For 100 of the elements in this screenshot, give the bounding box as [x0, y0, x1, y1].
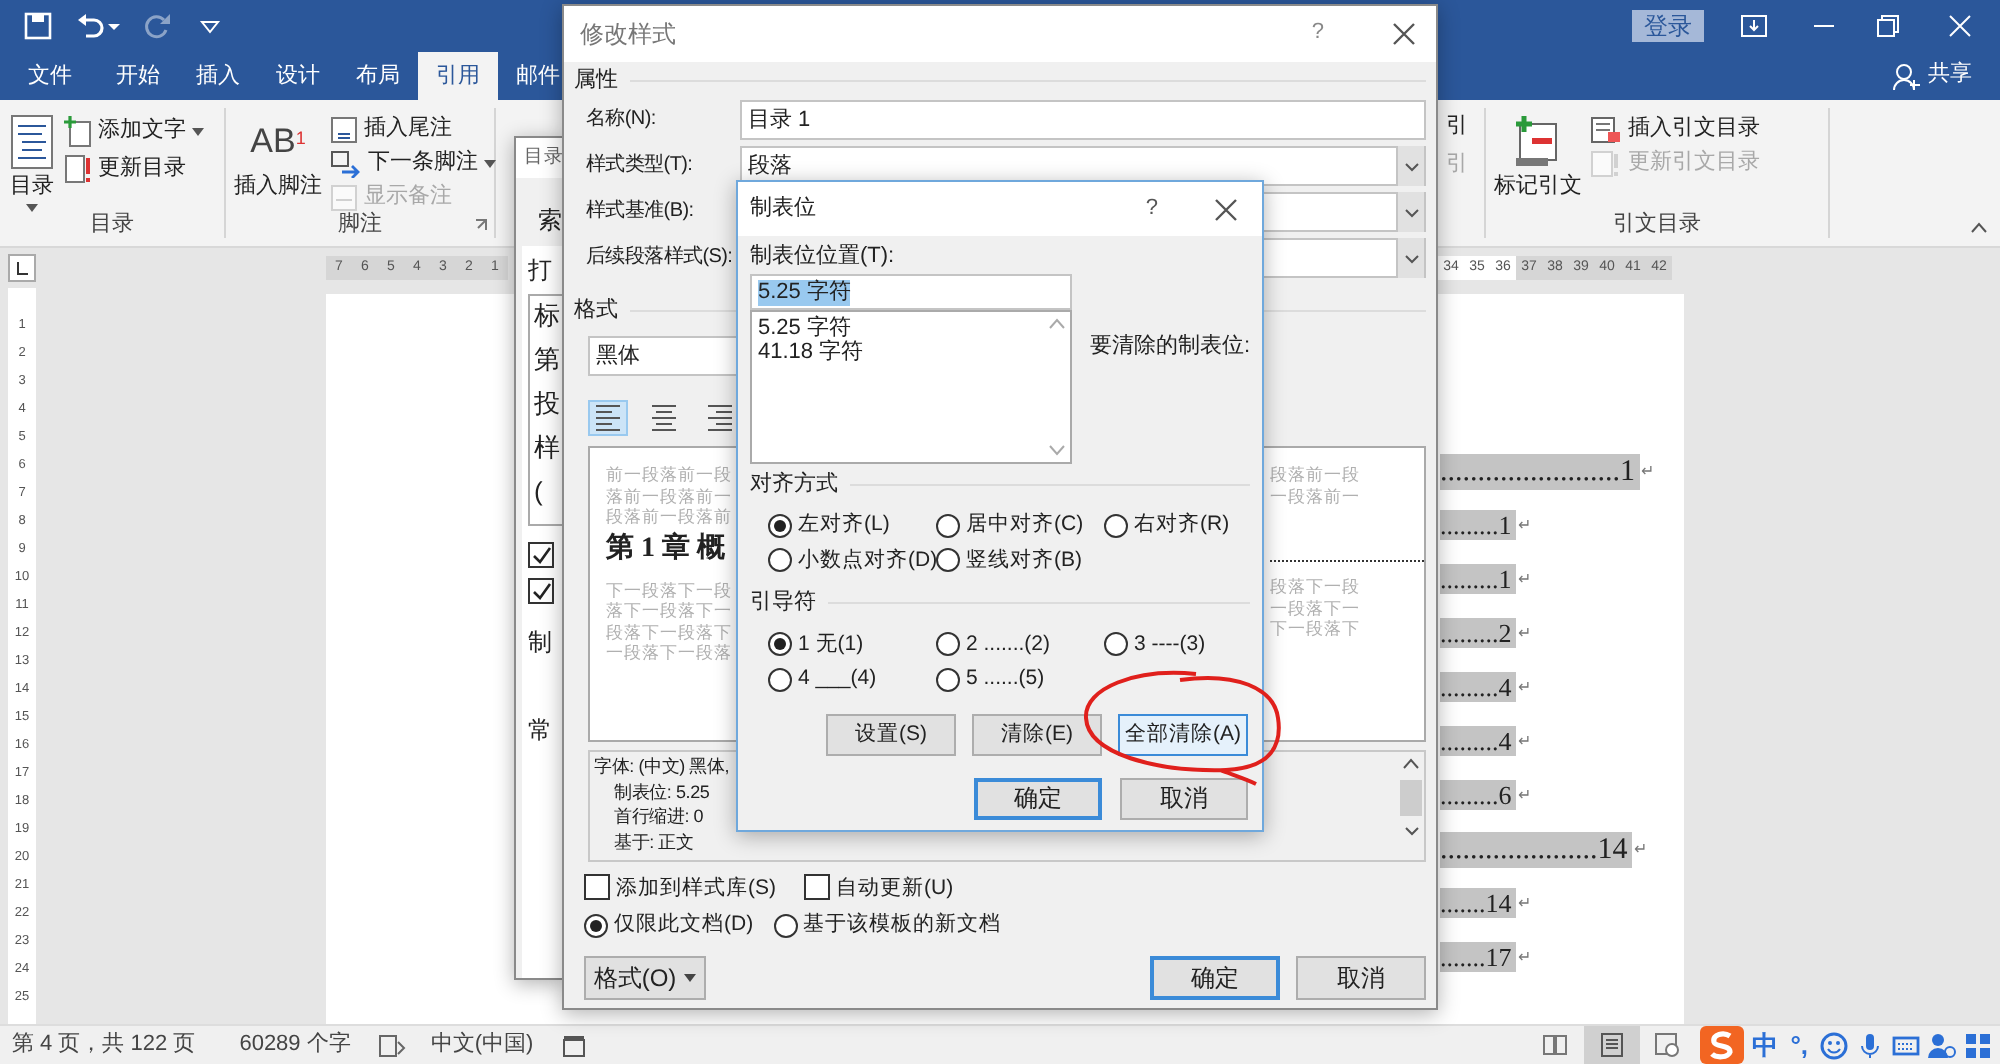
field-label: 制表位位置(T):: [750, 244, 895, 271]
sign-in-button[interactable]: 登录: [1632, 9, 1704, 43]
radio-label[interactable]: 居中对齐(C): [966, 512, 1084, 538]
radio-button[interactable]: [936, 667, 960, 692]
ribbon-button[interactable]: 插入尾注: [364, 116, 452, 144]
proofing-icon[interactable]: [378, 1033, 407, 1057]
dialog-button[interactable]: 确定: [1150, 955, 1280, 1000]
radio-label[interactable]: 基于该模板的新文档: [803, 912, 1002, 938]
emoji-icon[interactable]: [1820, 1031, 1848, 1059]
ribbon-button[interactable]: 目录: [10, 174, 54, 201]
close-icon[interactable]: [1214, 197, 1238, 221]
undo-icon[interactable]: [76, 12, 104, 40]
format-button[interactable]: 格式(O): [584, 955, 706, 1000]
restore-icon[interactable]: [1876, 14, 1900, 38]
dialog-button[interactable]: 清除(E): [972, 713, 1102, 756]
radio-label[interactable]: 仅限此文档(D): [614, 912, 754, 938]
radio-label[interactable]: 1 无(1): [798, 631, 864, 657]
font-dropdown[interactable]: 黑体: [588, 336, 738, 377]
word-count[interactable]: 60289 个字: [239, 1031, 351, 1059]
input-field[interactable]: 5.25 字符: [750, 274, 1072, 311]
share-button[interactable]: 共享: [1928, 62, 1972, 90]
tab-label[interactable]: 索: [538, 206, 562, 235]
radio-label[interactable]: 竖线对齐(B): [966, 547, 1082, 574]
dialog-button[interactable]: 确定: [974, 777, 1102, 820]
person-icon[interactable]: [1892, 62, 1920, 90]
ribbon-button[interactable]: 插入脚注: [234, 174, 322, 201]
radio-label[interactable]: 2 .......(2): [966, 631, 1051, 657]
radio-label[interactable]: 5 ......(5): [966, 666, 1045, 692]
checkbox[interactable]: [804, 874, 830, 901]
radio-label[interactable]: 3 ----(3): [1134, 631, 1206, 657]
close-icon[interactable]: [1392, 22, 1416, 46]
ribbon-tab[interactable]: 引用: [418, 52, 498, 100]
ribbon-tab[interactable]: 文件: [10, 52, 90, 100]
dialog-button[interactable]: 取消: [1120, 777, 1248, 820]
caret-icon[interactable]: [26, 204, 38, 213]
radio-button[interactable]: [773, 913, 798, 938]
dialog-launcher-icon[interactable]: [474, 218, 488, 232]
radio-label[interactable]: 小数点对齐(D): [798, 547, 938, 574]
language-indicator[interactable]: 中文(中国): [430, 1031, 534, 1059]
checkbox-label[interactable]: 自动更新(U): [836, 875, 954, 901]
radio-button[interactable]: [768, 513, 792, 538]
caret-icon[interactable]: [484, 160, 496, 168]
input-field[interactable]: 目录 1: [740, 100, 1426, 141]
radio-button[interactable]: [936, 513, 960, 538]
caret-icon[interactable]: [192, 128, 204, 136]
ribbon-button[interactable]: 下一条脚注: [368, 150, 478, 178]
list-item[interactable]: 41.18 字符: [758, 340, 864, 365]
scroll-down-icon[interactable]: [1402, 822, 1420, 841]
checkbox[interactable]: [528, 577, 554, 604]
ime-mode[interactable]: °,: [1790, 1029, 1808, 1061]
endnote-icon: [330, 116, 358, 144]
save-icon[interactable]: [24, 12, 52, 40]
chevron-down-icon[interactable]: [1401, 203, 1421, 222]
tab-selector-icon[interactable]: [8, 254, 36, 282]
radio-label[interactable]: 4 ___(4): [798, 666, 877, 692]
radio-button[interactable]: [936, 632, 960, 657]
ribbon-tab[interactable]: 设计: [258, 52, 338, 100]
radio-button[interactable]: [936, 548, 960, 573]
align-button[interactable]: [588, 400, 628, 437]
view-button[interactable]: [1584, 1026, 1641, 1064]
chevron-down-icon[interactable]: [1401, 157, 1421, 176]
checkbox-label[interactable]: 添加到样式库(S): [616, 875, 776, 901]
collapse-ribbon-icon[interactable]: [1970, 222, 1988, 234]
ribbon-button[interactable]: 引: [1446, 114, 1468, 141]
chevron-down-icon[interactable]: [1401, 249, 1421, 268]
radio-button[interactable]: [584, 913, 608, 938]
page-count[interactable]: 第 4 页，共 122 页: [12, 1031, 196, 1059]
scroll-thumb[interactable]: [1400, 780, 1422, 817]
radio-label[interactable]: 右对齐(R): [1134, 512, 1230, 538]
microphone-icon[interactable]: [1856, 1031, 1884, 1059]
radio-button[interactable]: [768, 632, 792, 657]
dialog-button[interactable]: 取消: [1296, 955, 1426, 1000]
help-button[interactable]: ?: [1311, 20, 1324, 48]
dialog-button[interactable]: 设置(S): [826, 713, 956, 756]
ribbon-button[interactable]: 更新目录: [98, 156, 186, 184]
ime-mode[interactable]: 中: [1752, 1029, 1779, 1061]
dialog-button[interactable]: 全部清除(A): [1118, 713, 1248, 756]
radio-button[interactable]: [1104, 632, 1128, 657]
list-box[interactable]: 5.25 字符 41.18 字符: [750, 310, 1072, 465]
ribbon-button[interactable]: 标记引文: [1494, 174, 1582, 201]
radio-button[interactable]: [768, 548, 792, 573]
radio-button[interactable]: [1104, 513, 1128, 538]
keyboard-icon[interactable]: [1892, 1031, 1920, 1059]
ribbon-tab[interactable]: 开始: [98, 52, 178, 100]
list-item[interactable]: 5.25 字符: [758, 316, 851, 341]
toc-entry: ........................1: [1440, 453, 1639, 489]
ribbon-tab[interactable]: 布局: [338, 52, 418, 100]
help-button[interactable]: ?: [1145, 195, 1158, 223]
checkbox[interactable]: [584, 874, 610, 901]
macro-icon[interactable]: [561, 1033, 586, 1057]
ribbon-button[interactable]: 添加文字: [98, 118, 186, 146]
ribbon-button[interactable]: 插入引文目录: [1628, 116, 1760, 144]
person-icon[interactable]: [1928, 1031, 1956, 1059]
grid-icon[interactable]: [1964, 1031, 1992, 1059]
ribbon-display-icon[interactable]: [1740, 14, 1768, 38]
checkbox[interactable]: [528, 541, 554, 568]
radio-label[interactable]: 左对齐(L): [798, 512, 890, 538]
ribbon-tab[interactable]: 插入: [178, 52, 258, 100]
radio-button[interactable]: [768, 667, 792, 692]
ime-logo-icon[interactable]: [1700, 1026, 1745, 1064]
